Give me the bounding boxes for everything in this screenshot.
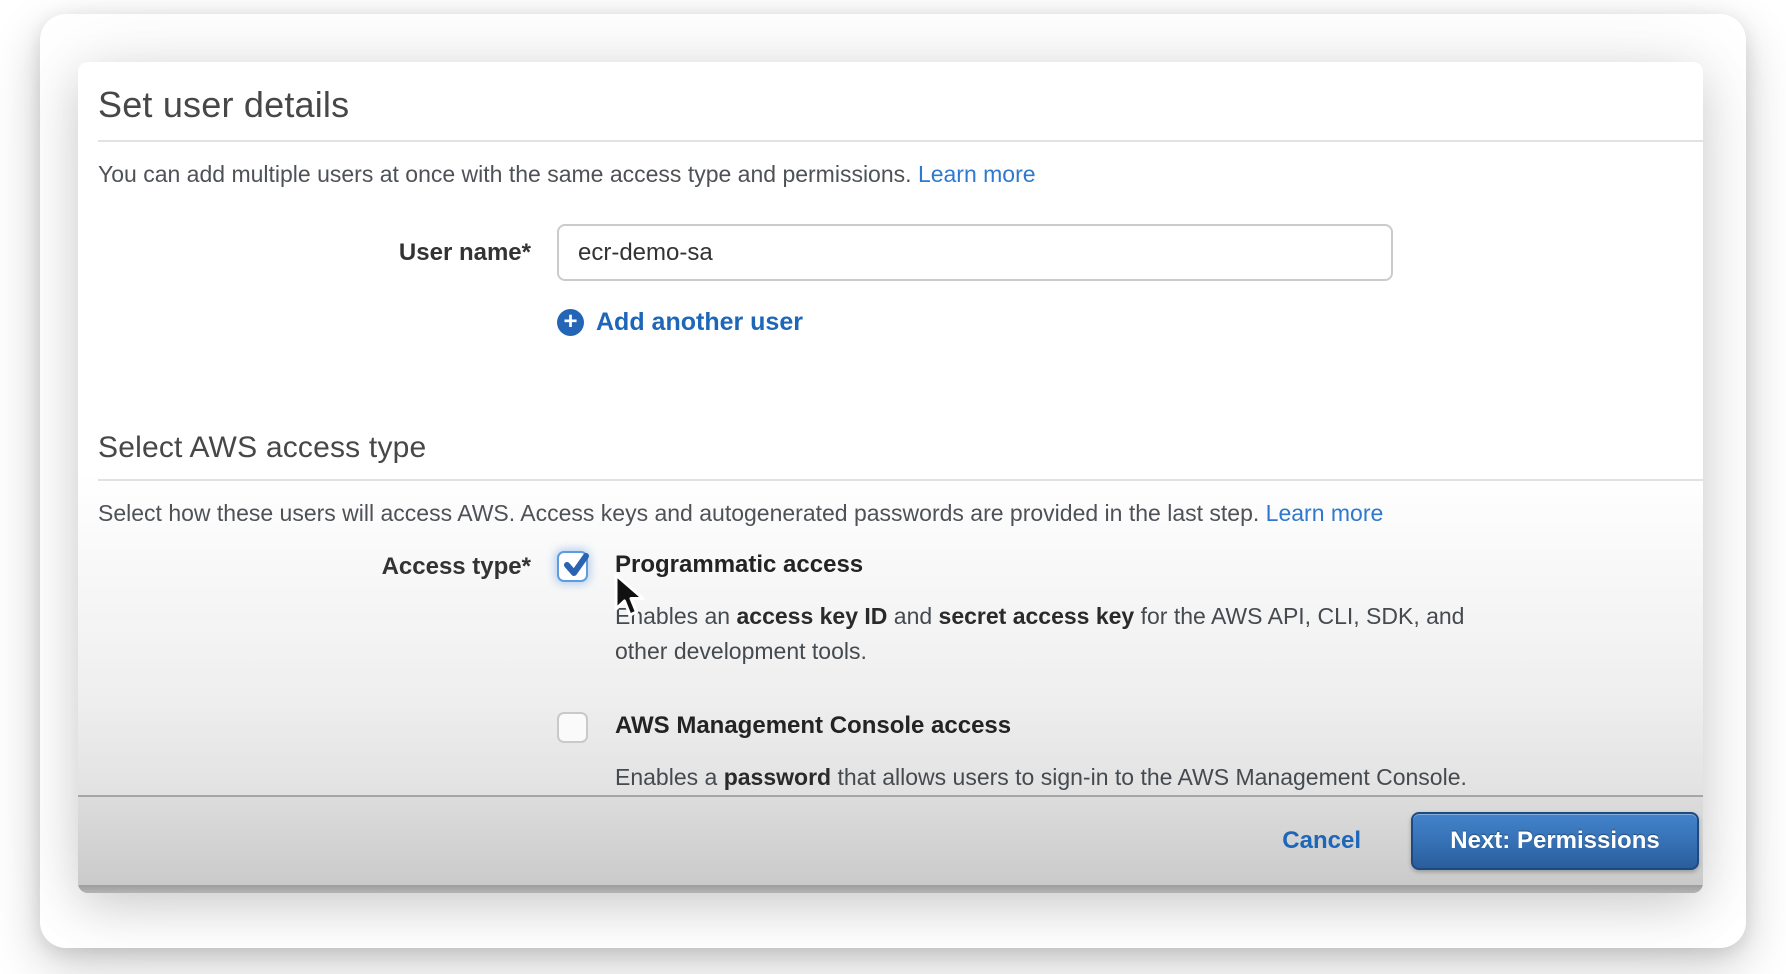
programmatic-access-description: Enables an access key ID and secret acce…	[615, 599, 1464, 669]
console-access-checkbox[interactable]	[557, 712, 588, 743]
section-divider	[98, 140, 1703, 142]
console-access-description: Enables a password that allows users to …	[615, 760, 1467, 795]
programmatic-access-body: Programmatic access Enables an access ke…	[615, 550, 1464, 669]
desc-text: Enables an	[615, 603, 736, 629]
user-section-intro: You can add multiple users at once with …	[98, 159, 1683, 189]
user-name-label: User name*	[98, 239, 531, 267]
set-user-details-panel: Set user details You can add multiple us…	[78, 62, 1703, 893]
access-type-title: Select AWS access type	[98, 431, 1683, 465]
desc-bold: password	[724, 764, 831, 790]
checkmark-icon	[561, 550, 591, 580]
desc-text: and	[887, 603, 938, 629]
access-type-row: Access type* Programmatic access Enables…	[98, 550, 1683, 795]
plus-circle-icon: +	[557, 309, 584, 336]
console-access-option: AWS Management Console access Enables a …	[557, 711, 1467, 795]
cancel-button[interactable]: Cancel	[1282, 827, 1361, 855]
app-window: Set user details You can add multiple us…	[40, 14, 1746, 948]
console-access-body: AWS Management Console access Enables a …	[615, 711, 1467, 795]
next-permissions-button[interactable]: Next: Permissions	[1411, 812, 1699, 870]
access-type-options: Programmatic access Enables an access ke…	[557, 550, 1467, 795]
programmatic-access-title[interactable]: Programmatic access	[615, 550, 1464, 580]
desc-text: Enables a	[615, 764, 724, 790]
desc-text: that allows users to sign-in to the AWS …	[831, 764, 1467, 790]
desc-text: for the AWS API, CLI, SDK, and	[1134, 603, 1464, 629]
learn-more-link[interactable]: Learn more	[918, 161, 1036, 187]
page-title: Set user details	[98, 84, 1683, 126]
desc-bold: access key ID	[736, 603, 887, 629]
access-section-intro-text: Select how these users will access AWS. …	[98, 500, 1259, 526]
user-name-input[interactable]	[557, 224, 1393, 281]
access-type-label: Access type*	[98, 553, 531, 581]
add-another-user-label[interactable]: Add another user	[596, 308, 803, 337]
programmatic-access-checkbox[interactable]	[557, 551, 588, 582]
user-name-row: User name*	[98, 224, 1683, 281]
desc-text: other development tools.	[615, 638, 867, 664]
programmatic-access-option: Programmatic access Enables an access ke…	[557, 550, 1467, 669]
wizard-footer: Cancel Next: Permissions	[78, 795, 1703, 893]
section-divider	[98, 479, 1703, 481]
learn-more-link[interactable]: Learn more	[1266, 500, 1384, 526]
console-access-title[interactable]: AWS Management Console access	[615, 711, 1467, 741]
access-section-intro: Select how these users will access AWS. …	[98, 498, 1683, 528]
add-another-user-button[interactable]: + Add another user	[557, 308, 1683, 337]
desc-bold: secret access key	[939, 603, 1135, 629]
wizard-content: Set user details You can add multiple us…	[78, 62, 1703, 795]
user-section-intro-text: You can add multiple users at once with …	[98, 161, 912, 187]
